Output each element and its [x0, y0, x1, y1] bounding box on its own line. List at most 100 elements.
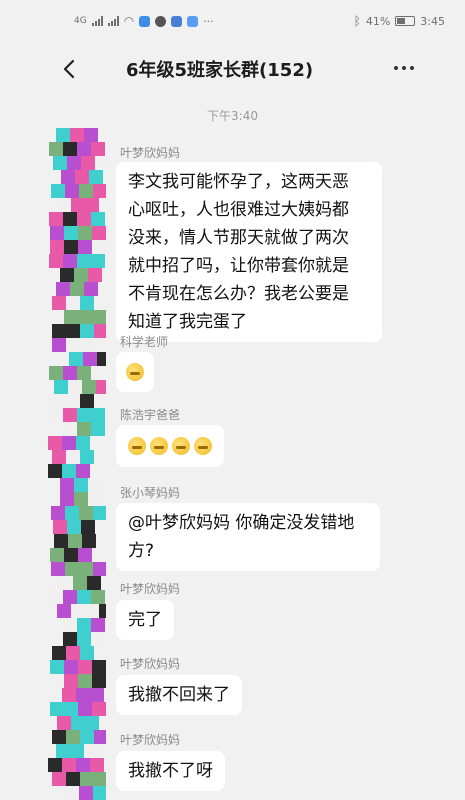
mosaic-pixel [64, 310, 78, 324]
mosaic-pixel [90, 688, 104, 702]
mosaic-pixel [66, 394, 80, 408]
mosaic-pixel [63, 366, 77, 380]
qq-icon [155, 15, 167, 27]
status-bar: 4G ◠ ··· ᛒ 41% 3:45 [0, 0, 465, 42]
mosaic-pixel [64, 548, 78, 562]
mosaic-pixel [82, 534, 96, 548]
mosaic-pixel [81, 156, 95, 170]
mosaic-pixel [93, 506, 106, 520]
mosaic-pixel [84, 744, 98, 758]
mosaic-pixel [97, 352, 106, 366]
mosaic-pixel [53, 520, 67, 534]
mosaic-pixel [75, 170, 89, 184]
mosaic-pixel [51, 562, 65, 576]
mosaic-pixel [92, 702, 106, 716]
laughing-emoji-icon [126, 363, 144, 381]
mosaic-pixel [85, 198, 99, 212]
mosaic-pixel [54, 380, 68, 394]
mosaic-pixel [50, 240, 64, 254]
back-arrow-icon[interactable] [58, 58, 80, 80]
mosaic-pixel [60, 268, 74, 282]
mosaic-pixel [66, 730, 80, 744]
mosaic-pixel [88, 478, 102, 492]
emoji-bubble[interactable] [116, 425, 224, 467]
wifi-icon: ◠ [123, 14, 135, 28]
mosaic-pixel [63, 590, 77, 604]
mosaic-pixel [66, 450, 80, 464]
mosaic-pixel [76, 688, 90, 702]
mosaic-pixel [60, 478, 74, 492]
mosaic-pixel [77, 618, 91, 632]
mosaic-pixel [93, 184, 106, 198]
mosaic-pixel [63, 422, 77, 436]
mosaic-pixel [70, 282, 84, 296]
message-bubble[interactable]: 李文我可能怀孕了，这两天恶 心呕吐，人也很难过大姨妈都 没来，情人节那天就做了两… [116, 162, 382, 342]
laughing-emoji-icon [172, 437, 190, 455]
clock: 3:45 [420, 14, 445, 28]
mosaic-pixel [90, 758, 104, 772]
mosaic-pixel [64, 240, 78, 254]
mosaic-pixel [52, 772, 66, 786]
mosaic-pixel [82, 380, 96, 394]
message-bubble[interactable]: 完了 [116, 600, 174, 640]
mosaic-pixel [56, 128, 70, 142]
mosaic-pixel [50, 548, 64, 562]
mosaic-pixel [48, 464, 62, 478]
mosaic-pixel [71, 198, 85, 212]
mosaic-pixel [66, 296, 80, 310]
mosaic-pixel [63, 142, 77, 156]
mosaic-pixel [81, 520, 95, 534]
laughing-emoji-icon [194, 437, 212, 455]
message-bubble[interactable]: 我撤不回来了 [116, 675, 242, 715]
mosaic-pixel [80, 646, 94, 660]
mosaic-pixel [54, 534, 68, 548]
mosaic-pixel [91, 590, 105, 604]
mosaic-pixel [89, 170, 103, 184]
sender-name: 陈浩宇爸爸 [120, 408, 181, 422]
mosaic-pixel [51, 184, 65, 198]
mosaic-pixel [78, 660, 92, 674]
message-bubble[interactable]: @叶梦欣妈妈 你确定没发错地 方? [116, 503, 380, 571]
mosaic-pixel [67, 156, 81, 170]
mosaic-pixel [77, 590, 91, 604]
mosaic-pixel [53, 156, 67, 170]
mosaic-pixel [65, 562, 79, 576]
mosaic-pixel [84, 282, 98, 296]
mosaic-pixel [91, 618, 105, 632]
mosaic-pixel [68, 380, 82, 394]
mosaic-pixel [74, 492, 88, 506]
mosaic-pixel [52, 324, 66, 338]
mosaic-pixel [83, 352, 97, 366]
mosaic-pixel [60, 492, 74, 506]
message-line: 就中招了吗，让你带套你就是 [128, 256, 349, 276]
chat-screen: 4G ◠ ··· ᛒ 41% 3:45 6年级5班家长群(152) 下午3:40… [0, 0, 465, 800]
mosaic-pixel [62, 436, 76, 450]
mosaic-pixel [91, 422, 105, 436]
mosaic-pixel [92, 240, 106, 254]
mosaic-pixel [80, 772, 94, 786]
sender-name: 科学老师 [120, 335, 169, 349]
mosaic-pixel [66, 338, 80, 352]
mosaic-pixel [52, 730, 66, 744]
mosaic-pixel [52, 394, 66, 408]
mosaic-pixel [52, 296, 66, 310]
mosaic-pixel [92, 310, 106, 324]
mosaic-pixel [50, 702, 64, 716]
mosaic-pixel [49, 366, 63, 380]
mosaic-pixel [78, 310, 92, 324]
mosaic-pixel [91, 408, 105, 422]
mosaic-pixel [70, 128, 84, 142]
signal-icon [91, 16, 103, 26]
mosaic-pixel [57, 716, 71, 730]
mosaic-pixel [77, 212, 91, 226]
emoji-bubble[interactable] [116, 352, 154, 392]
mosaic-pixel [77, 142, 91, 156]
message-bubble[interactable]: 我撤不了呀 [116, 751, 225, 791]
more-options-icon[interactable] [394, 66, 414, 70]
mosaic-pixel [62, 464, 76, 478]
mosaic-pixel [62, 758, 76, 772]
mosaic-pixel [63, 254, 77, 268]
sender-name: 叶梦欣妈妈 [120, 582, 181, 596]
message-timestamp: 下午3:40 [207, 109, 258, 123]
mosaic-pixel [48, 436, 62, 450]
